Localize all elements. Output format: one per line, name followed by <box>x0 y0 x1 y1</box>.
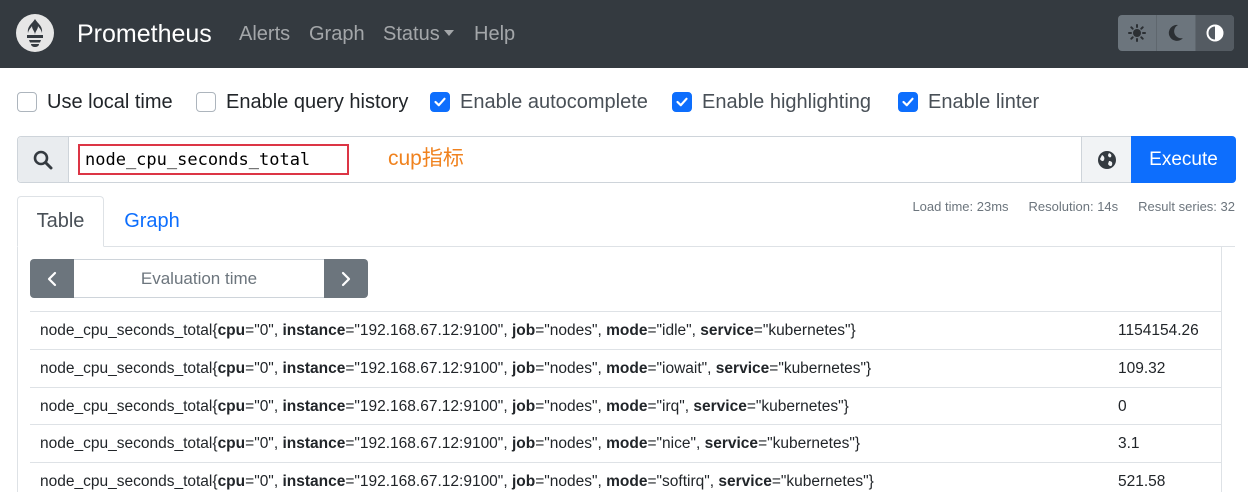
series-labels: node_cpu_seconds_total{cpu="0", instance… <box>40 398 849 415</box>
result-series: Result series: 32 <box>1138 199 1235 214</box>
option-enable-highlighting[interactable]: Enable highlighting <box>672 90 871 114</box>
metrics-explorer-button[interactable] <box>1081 137 1131 182</box>
prometheus-logo-icon[interactable] <box>16 14 54 52</box>
annotation-label: cup指标 <box>388 147 464 170</box>
series-value: 3.1 <box>1118 435 1140 452</box>
checkbox-enable-highlighting[interactable] <box>672 92 692 112</box>
series-labels: node_cpu_seconds_total{cpu="0", instance… <box>40 435 861 452</box>
option-label: Enable linter <box>928 91 1040 113</box>
resolution: Resolution: 14s <box>1028 199 1119 214</box>
expression-input[interactable]: node_cpu_seconds_total <box>78 144 349 175</box>
series-labels: node_cpu_seconds_total{cpu="0", instance… <box>40 473 874 490</box>
chevron-left-icon <box>47 271 57 286</box>
nav-help[interactable]: Help <box>474 22 515 46</box>
table-row: node_cpu_seconds_total{cpu="0", instance… <box>30 311 1222 349</box>
check-icon <box>676 97 688 107</box>
theme-switcher <box>1118 15 1234 51</box>
globe-icon <box>1097 150 1116 169</box>
series-value: 521.58 <box>1118 473 1166 490</box>
series-labels: node_cpu_seconds_total{cpu="0", instance… <box>40 322 856 339</box>
search-icon <box>33 150 53 169</box>
navbar: Prometheus Alerts Graph Status Help <box>0 0 1248 68</box>
contrast-icon <box>1206 24 1224 42</box>
option-enable-query-history[interactable]: Enable query history <box>196 90 408 114</box>
option-label: Use local time <box>47 91 173 113</box>
option-enable-autocomplete[interactable]: Enable autocomplete <box>430 90 648 114</box>
series-value: 109.32 <box>1118 360 1166 377</box>
check-icon <box>434 97 446 107</box>
option-label: Enable highlighting <box>702 91 872 113</box>
auto-theme-button[interactable] <box>1196 15 1234 51</box>
next-time-button[interactable] <box>324 259 368 298</box>
search-prefix <box>18 137 69 182</box>
option-use-local-time[interactable]: Use local time <box>17 90 173 114</box>
table-row: node_cpu_seconds_total{cpu="0", instance… <box>30 387 1222 425</box>
dark-theme-button[interactable] <box>1157 15 1196 51</box>
chevron-right-icon <box>341 271 351 286</box>
evaluation-time-control: Evaluation time <box>30 259 368 298</box>
series-labels: node_cpu_seconds_total{cpu="0", instance… <box>40 360 872 377</box>
load-time: Load time: 23ms <box>912 199 1009 214</box>
brand-title[interactable]: Prometheus <box>77 18 212 50</box>
tab-graph[interactable]: Graph <box>104 196 200 247</box>
tab-table[interactable]: Table <box>17 196 104 247</box>
query-bar: node_cpu_seconds_total cup指标 Execute <box>17 136 1236 183</box>
nav-status[interactable]: Status <box>383 22 454 46</box>
series-value: 1154154.26 <box>1118 322 1199 339</box>
evaluation-time-input[interactable]: Evaluation time <box>74 259 324 298</box>
expression-text: node_cpu_seconds_total <box>85 150 311 170</box>
checkbox-enable-linter[interactable] <box>898 92 918 112</box>
series-value: 0 <box>1118 398 1127 415</box>
query-stats: Load time: 23ms Resolution: 14s Result ser… <box>892 199 1235 214</box>
nav-alerts[interactable]: Alerts <box>239 22 290 46</box>
chevron-down-icon <box>443 30 454 36</box>
sun-icon <box>1128 24 1146 42</box>
light-theme-button[interactable] <box>1118 15 1157 51</box>
checkbox-use-local-time[interactable] <box>17 92 37 112</box>
table-row: node_cpu_seconds_total{cpu="0", instance… <box>30 462 1222 492</box>
check-icon <box>902 97 914 107</box>
nav-status-label: Status <box>383 23 440 45</box>
checkbox-enable-autocomplete[interactable] <box>430 92 450 112</box>
previous-time-button[interactable] <box>30 259 74 298</box>
table-row: node_cpu_seconds_total{cpu="0", instance… <box>30 424 1222 462</box>
moon-icon <box>1168 24 1183 41</box>
execute-button[interactable]: Execute <box>1131 136 1236 183</box>
option-label: Enable query history <box>226 91 409 113</box>
nav-graph[interactable]: Graph <box>309 22 365 46</box>
checkbox-enable-query-history[interactable] <box>196 92 216 112</box>
table-row: node_cpu_seconds_total{cpu="0", instance… <box>30 349 1222 387</box>
option-enable-linter[interactable]: Enable linter <box>898 90 1039 114</box>
option-label: Enable autocomplete <box>460 91 648 113</box>
